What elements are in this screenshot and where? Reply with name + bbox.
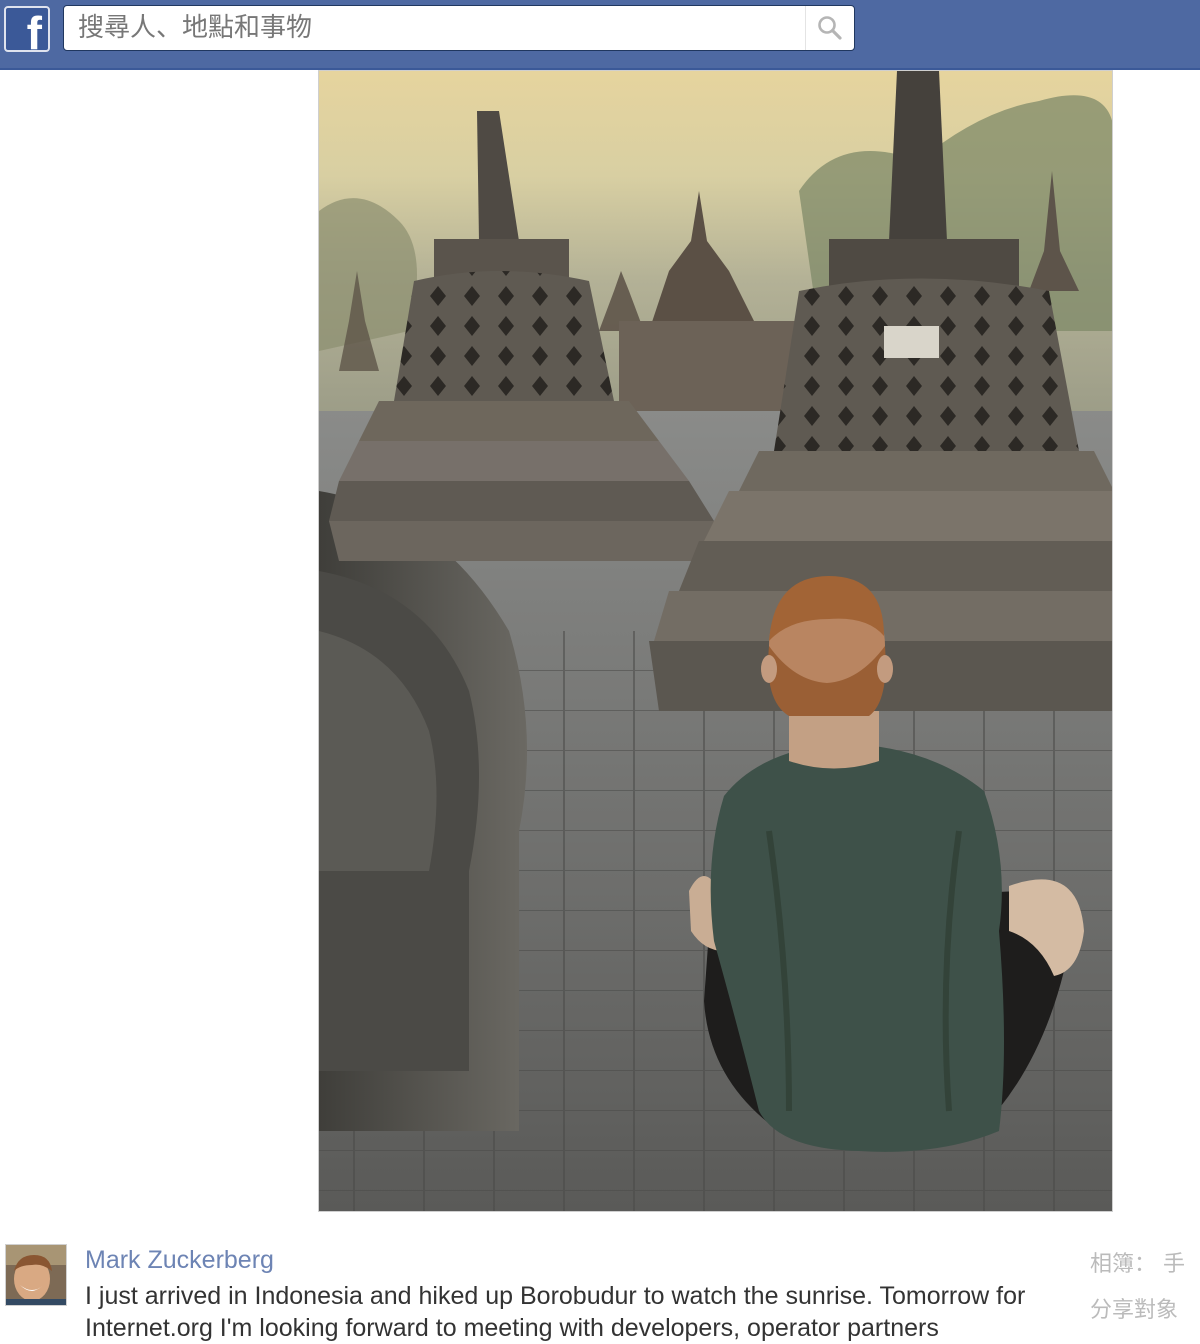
search-button[interactable] xyxy=(805,6,854,50)
search-input[interactable] xyxy=(64,6,804,50)
album-link[interactable]: 手 xyxy=(1163,1252,1185,1277)
album-label-text: 相簿： xyxy=(1090,1252,1157,1277)
post-author-link[interactable]: Mark Zuckerberg xyxy=(85,1246,274,1275)
facebook-logo-icon[interactable]: f xyxy=(4,6,50,52)
logo-letter: f xyxy=(26,7,42,52)
post-footer: Mark Zuckerberg I just arrived in Indone… xyxy=(0,1238,1200,1342)
search-box xyxy=(63,5,855,51)
avatar[interactable] xyxy=(5,1244,67,1306)
top-navigation-bar: f xyxy=(0,0,1200,70)
share-audience-label: 分享對象 xyxy=(1090,1298,1179,1323)
post-text: I just arrived in Indonesia and hiked up… xyxy=(85,1282,1026,1342)
album-label: 相簿： 手 xyxy=(1090,1246,1185,1278)
profile-picture xyxy=(6,1245,66,1305)
borobudur-sunrise-photo xyxy=(319,71,1112,1211)
post-photo[interactable] xyxy=(318,70,1113,1212)
magnifier-icon xyxy=(818,16,842,40)
